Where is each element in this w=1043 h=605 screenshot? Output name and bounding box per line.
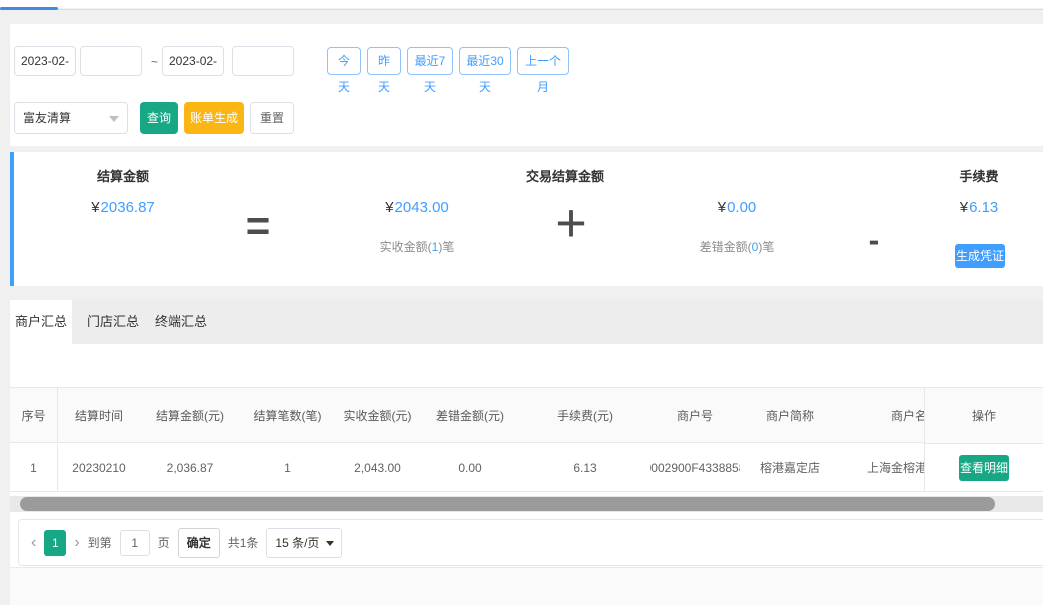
end-date-input[interactable] <box>162 46 224 76</box>
settle-amount-label: 结算金额 <box>96 169 149 184</box>
tab-merchant-summary[interactable]: 商户汇总 <box>10 300 72 344</box>
tab-store-summary[interactable]: 门店汇总 <box>80 300 146 344</box>
prev-page-button[interactable]: ‹ <box>31 534 36 551</box>
header-settle-time: 结算时间 <box>74 408 123 423</box>
total-count-label: 共1条 <box>227 536 259 550</box>
fee-value: ¥6.13 <box>959 199 999 216</box>
equals-operator: = <box>245 202 271 249</box>
quick-last7-button[interactable]: 最近7天 <box>407 47 453 94</box>
header-index: 序号 <box>10 388 58 442</box>
cell-index: 1 <box>10 444 58 491</box>
channel-select-value: 富友清算 <box>23 111 72 125</box>
next-page-button[interactable]: › <box>74 534 79 551</box>
horizontal-scrollbar-track[interactable] <box>10 496 1043 512</box>
currency-symbol: ¥ <box>717 199 727 216</box>
search-button[interactable]: 查询 <box>140 102 178 134</box>
header-merchant-short-name: 商户简称 <box>765 408 814 423</box>
header-received-amount: 实收金额(元) <box>343 408 412 423</box>
header-settle-amount: 结算金额(元) <box>156 408 224 423</box>
goto-prefix-label: 到第 <box>87 536 112 550</box>
quick-last30-button[interactable]: 最近30天 <box>459 47 511 94</box>
table-panel: 商户汇总 门店汇总 终端汇总 序号 结算时间 结算金额(元) 结算笔数(笔) 实… <box>10 300 1043 568</box>
horizontal-scrollbar-thumb[interactable] <box>20 497 995 511</box>
quick-lastmonth-button[interactable]: 上一个月 <box>517 47 569 94</box>
header-error-amount: 差错金额(元) <box>436 408 504 423</box>
currency-symbol: ¥ <box>959 199 969 216</box>
view-detail-button[interactable]: 查看明细 <box>959 454 1009 481</box>
channel-select[interactable]: 富友清算 <box>14 102 128 134</box>
header-settle-count: 结算笔数(笔) <box>253 408 322 423</box>
cell-settle-amount: 2,036.87 <box>166 460 214 475</box>
table-row: 1 20230210 2,036.87 1 2,043.00 0.00 6.13… <box>10 444 1043 492</box>
received-amount-sub-label: 实收金额(1)笔 <box>379 240 455 254</box>
generate-voucher-button[interactable]: 生成凭证 <box>955 244 1005 268</box>
cell-settle-count: 1 <box>284 460 291 475</box>
settle-amount-value: ¥2036.87 <box>91 199 155 216</box>
page-size-value: 15 条/页 <box>275 535 320 550</box>
goto-confirm-button[interactable]: 确定 <box>177 527 220 558</box>
chevron-down-icon <box>326 540 335 546</box>
header-action: 操作 <box>925 387 1043 444</box>
fixed-action-column: 操作 查看明细 <box>924 387 1043 492</box>
fee-label: 手续费 <box>959 169 999 184</box>
plus-operator: + <box>555 193 587 253</box>
goto-suffix-label: 页 <box>157 536 170 550</box>
quick-today-button[interactable]: 今天 <box>327 47 361 94</box>
chevron-down-icon <box>109 116 119 122</box>
start-date-input[interactable] <box>14 46 76 76</box>
goto-page-input[interactable] <box>119 529 150 556</box>
pagination-bar: ‹ 1 › 到第 页 确定 共1条 15 条/页 <box>18 519 1043 566</box>
tab-strip: 商户汇总 门店汇总 终端汇总 <box>10 300 1043 344</box>
cell-merchant-no: 0002900F4338858 <box>650 460 740 475</box>
error-amount-value: ¥0.00 <box>717 199 757 216</box>
received-amount-value: ¥2043.00 <box>385 199 449 216</box>
cell-settle-time: 20230210 <box>72 460 126 475</box>
cell-received-amount: 2,043.00 <box>354 460 401 475</box>
top-tab-strip <box>0 0 1043 8</box>
summary-panel: 结算金额 ¥2036.87 = 交易结算金额 ¥2043.00 实收金额(1)笔… <box>10 152 1043 286</box>
filter-panel: ~ 今天 昨天 最近7天 最近30天 上一个月 富友清算 查询 账单生成 重置 <box>10 24 1043 146</box>
start-time-input[interactable] <box>80 46 142 76</box>
page-bottom-background <box>10 568 1043 605</box>
currency-symbol: ¥ <box>385 199 394 216</box>
cell-fee: 6.13 <box>573 460 597 475</box>
active-tab-indicator <box>0 7 58 10</box>
current-page-button[interactable]: 1 <box>44 529 67 556</box>
top-divider <box>0 9 1043 10</box>
header-fee: 手续费(元) <box>557 408 613 423</box>
tab-terminal-summary[interactable]: 终端汇总 <box>148 300 214 344</box>
minus-operator: - <box>868 222 880 258</box>
generate-bill-button[interactable]: 账单生成 <box>184 102 244 134</box>
table-header-row: 序号 结算时间 结算金额(元) 结算笔数(笔) 实收金额(元) 差错金额(元) … <box>10 387 1043 443</box>
reset-button[interactable]: 重置 <box>250 102 294 134</box>
error-amount-sub-label: 差错金额(0)笔 <box>699 240 775 254</box>
quick-yesterday-button[interactable]: 昨天 <box>367 47 401 94</box>
currency-symbol: ¥ <box>91 199 100 216</box>
trade-settle-group-label: 交易结算金额 <box>525 169 604 184</box>
cell-merchant-short-name: 榕港嘉定店 <box>759 461 820 475</box>
end-time-input[interactable] <box>232 46 294 76</box>
range-separator: ~ <box>151 55 159 69</box>
cell-error-amount: 0.00 <box>458 460 482 475</box>
page-size-select[interactable]: 15 条/页 <box>266 527 343 558</box>
header-merchant-no: 商户号 <box>676 408 713 423</box>
